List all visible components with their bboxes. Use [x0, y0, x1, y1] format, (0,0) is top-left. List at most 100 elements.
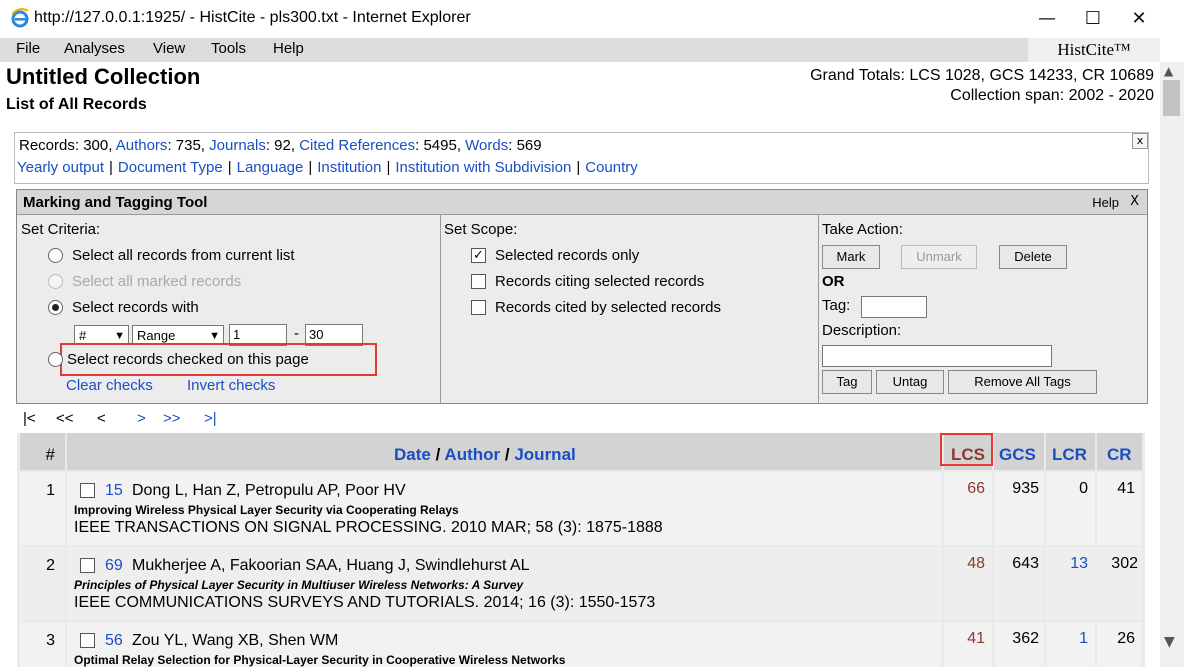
- select-checked-radio[interactable]: [48, 352, 63, 367]
- delete-button[interactable]: Delete: [999, 245, 1067, 269]
- tool-title: Marking and Tagging Tool: [23, 194, 208, 211]
- tool-help-link[interactable]: Help: [1092, 195, 1119, 210]
- record-authors: Dong L, Han Z, Petropulu AP, Poor HV: [132, 482, 406, 499]
- tool-close-button[interactable]: X: [1130, 194, 1139, 209]
- sort-journal-link[interactable]: Journal: [514, 445, 575, 464]
- gcs-value: 935: [1012, 480, 1039, 497]
- record-id-link[interactable]: 56: [105, 632, 123, 650]
- pager-prev[interactable]: <: [97, 410, 106, 427]
- record-authors: Zou YL, Wang XB, Shen WM: [132, 632, 339, 649]
- clear-checks-link[interactable]: Clear checks: [66, 377, 153, 394]
- journals-count: : 92,: [265, 137, 296, 154]
- pager-prev-many[interactable]: <<: [56, 410, 74, 427]
- lcr-value[interactable]: 13: [1070, 555, 1088, 573]
- record-authors: Mukherjee A, Fakoorian SAA, Huang J, Swi…: [132, 557, 530, 574]
- institution-link[interactable]: Institution: [317, 159, 381, 176]
- authors-count: : 735,: [167, 137, 205, 154]
- header-gcs: GCS: [994, 433, 1044, 470]
- row-checkbox[interactable]: [80, 558, 95, 573]
- scroll-thumb[interactable]: [1163, 80, 1180, 116]
- pager-next[interactable]: >: [137, 410, 146, 427]
- words-link[interactable]: Words: [465, 137, 508, 154]
- sort-date-link[interactable]: Date: [394, 445, 431, 464]
- scroll-down-icon[interactable]: ▼: [1164, 634, 1175, 650]
- row-checkbox[interactable]: [80, 483, 95, 498]
- cited-references-count: : 5495,: [415, 137, 461, 154]
- description-input[interactable]: [822, 345, 1052, 367]
- scope-selected-checkbox[interactable]: ✓: [471, 248, 486, 263]
- tag-button[interactable]: Tag: [822, 370, 872, 394]
- sort-gcs-link[interactable]: GCS: [999, 445, 1036, 465]
- scope-citing-checkbox[interactable]: [471, 274, 486, 289]
- cr-value: 302: [1111, 555, 1138, 572]
- authors-link[interactable]: Authors: [116, 137, 168, 154]
- field-select[interactable]: # ▼: [74, 325, 129, 345]
- menu-analyses[interactable]: Analyses: [64, 40, 125, 57]
- close-window-button[interactable]: ✕: [1116, 4, 1162, 34]
- header-title: Date / Author / Journal: [67, 433, 942, 470]
- maximize-button[interactable]: ☐: [1070, 4, 1116, 34]
- internet-explorer-icon: [11, 8, 29, 28]
- lcr-value[interactable]: 1: [1079, 630, 1088, 648]
- untag-button[interactable]: Untag: [876, 370, 944, 394]
- select-marked-label: Select all marked records: [72, 273, 242, 290]
- yearly-output-link[interactable]: Yearly output: [17, 159, 104, 176]
- scope-column: Set Scope: ✓ Selected records only Recor…: [441, 215, 819, 403]
- remove-all-tags-button[interactable]: Remove All Tags: [948, 370, 1097, 394]
- menu-tools[interactable]: Tools: [211, 40, 246, 57]
- record-source: IEEE COMMUNICATIONS SURVEYS AND TUTORIAL…: [74, 594, 656, 611]
- journals-link[interactable]: Journals: [209, 137, 266, 154]
- sort-author-link[interactable]: Author: [444, 445, 500, 464]
- record-title: Optimal Relay Selection for Physical-Lay…: [74, 653, 566, 667]
- pager-first[interactable]: |<: [23, 410, 36, 427]
- window-titlebar: http://127.0.0.1:1925/ - HistCite - pls3…: [0, 0, 1184, 38]
- menu-view[interactable]: View: [153, 40, 185, 57]
- grand-totals: Grand Totals: LCS 1028, GCS 14233, CR 10…: [810, 66, 1154, 106]
- stats-links: Yearly output | Document Type | Language | Ins…: [17, 159, 638, 176]
- select-checked-label: Select records checked on this page: [67, 351, 309, 368]
- collection-title: Untitled Collection: [6, 64, 201, 89]
- scope-cited-checkbox[interactable]: [471, 300, 486, 315]
- menu-help[interactable]: Help: [273, 40, 304, 57]
- tag-input[interactable]: [861, 296, 927, 318]
- action-label: Take Action:: [822, 221, 903, 238]
- table-row: 2: [20, 547, 65, 620]
- mark-button[interactable]: Mark: [822, 245, 880, 269]
- pager-next-many[interactable]: >>: [163, 410, 181, 427]
- field-select-value: #: [79, 328, 87, 343]
- row-number: 1: [46, 482, 55, 499]
- lcs-value: 41: [967, 630, 985, 647]
- action-column: Take Action: Mark Unmark Delete OR Tag: …: [819, 215, 1147, 403]
- select-marked-radio: [48, 274, 63, 289]
- sort-cr-link[interactable]: CR: [1107, 445, 1132, 465]
- minimize-button[interactable]: —: [1024, 4, 1070, 34]
- stats-close-button[interactable]: x: [1132, 133, 1148, 149]
- cited-references-link[interactable]: Cited References: [299, 137, 415, 154]
- select-all-label: Select all records from current list: [72, 247, 295, 264]
- vertical-scrollbar[interactable]: [1160, 62, 1184, 667]
- record-id-link[interactable]: 69: [105, 557, 123, 575]
- stats-summary: Records: 300, Authors: 735, Journals: 92…: [19, 137, 542, 154]
- language-link[interactable]: Language: [237, 159, 304, 176]
- select-with-radio[interactable]: [48, 300, 63, 315]
- header-cr: CR: [1097, 433, 1142, 470]
- sort-lcr-link[interactable]: LCR: [1052, 445, 1087, 465]
- mode-select[interactable]: Range ▼: [132, 325, 224, 345]
- institution-subdivision-link[interactable]: Institution with Subdivision: [395, 159, 571, 176]
- header-lcr: LCR: [1046, 433, 1095, 470]
- menu-file[interactable]: File: [16, 40, 40, 57]
- select-all-radio[interactable]: [48, 248, 63, 263]
- record-id-link[interactable]: 15: [105, 482, 123, 500]
- country-link[interactable]: Country: [585, 159, 638, 176]
- description-label: Description:: [822, 322, 902, 339]
- scroll-up-icon[interactable]: ▲: [1164, 64, 1173, 78]
- document-type-link[interactable]: Document Type: [118, 159, 223, 176]
- window-title: http://127.0.0.1:1925/ - HistCite - pls3…: [34, 9, 471, 26]
- words-count: : 569: [508, 137, 542, 154]
- pager-last[interactable]: >|: [204, 410, 217, 427]
- marking-tagging-tool: Marking and Tagging Tool Help X Set Crit…: [16, 189, 1148, 404]
- criteria-column: Set Criteria: Select all records from cu…: [17, 215, 441, 403]
- collection-span: Collection span: 2002 - 2020: [950, 87, 1154, 104]
- row-checkbox[interactable]: [80, 633, 95, 648]
- invert-checks-link[interactable]: Invert checks: [187, 377, 275, 394]
